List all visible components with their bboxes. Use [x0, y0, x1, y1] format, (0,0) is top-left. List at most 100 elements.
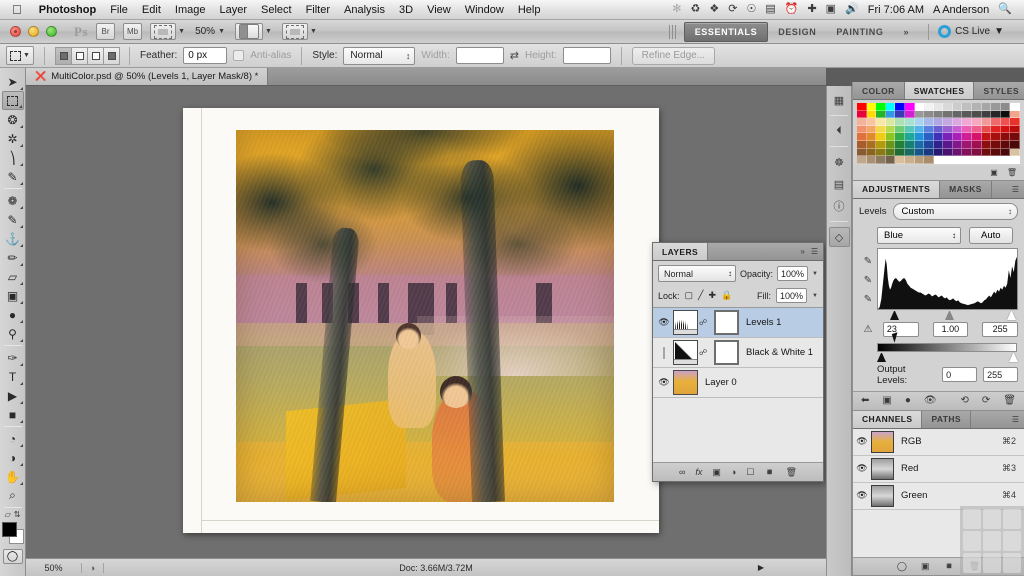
- layer-visibility-toggle[interactable]: 👁: [655, 377, 673, 388]
- move-tool[interactable]: ➤: [2, 72, 24, 91]
- color-swatch[interactable]: [991, 148, 1001, 157]
- refine-edge-button[interactable]: Refine Edge...: [631, 46, 716, 65]
- color-swatch[interactable]: [885, 148, 896, 157]
- info-icon[interactable]: ⓘ: [829, 196, 850, 216]
- tab-swatches[interactable]: SWATCHES: [904, 82, 975, 99]
- width-input[interactable]: [455, 47, 504, 64]
- color-swatch[interactable]: [866, 133, 877, 141]
- color-swatch[interactable]: [991, 118, 1001, 126]
- reset-icon[interactable]: ⟳: [982, 395, 990, 406]
- channel-visibility-toggle[interactable]: 👁: [853, 490, 871, 501]
- color-swatch[interactable]: [857, 148, 867, 157]
- color-swatch[interactable]: [1000, 125, 1011, 134]
- color-swatch[interactable]: [933, 156, 944, 164]
- layer-visibility-toggle[interactable]: [655, 346, 673, 359]
- color-swatch[interactable]: [857, 156, 867, 164]
- color-swatch[interactable]: [866, 148, 877, 157]
- path-selection-tool[interactable]: ▶: [2, 386, 24, 405]
- menu-item-layer[interactable]: Layer: [212, 4, 254, 16]
- color-swatch[interactable]: [972, 103, 982, 111]
- color-swatch[interactable]: [904, 156, 915, 164]
- auto-button[interactable]: Auto: [969, 226, 1013, 244]
- desktop-widget-overlay[interactable]: [960, 506, 1024, 576]
- color-swatch[interactable]: [952, 140, 963, 149]
- color-swatch[interactable]: [972, 148, 982, 157]
- color-swatch[interactable]: [962, 148, 973, 157]
- menu-item-view[interactable]: View: [420, 4, 458, 16]
- channel-visibility-toggle[interactable]: 👁: [853, 463, 871, 474]
- document-tab[interactable]: ❌ MultiColor.psd @ 50% (Levels 1, Layer …: [26, 68, 269, 85]
- add-layer-mask-icon[interactable]: ▣: [712, 467, 721, 478]
- color-swatch[interactable]: [933, 148, 944, 157]
- histogram-icon[interactable]: ▤: [829, 174, 850, 194]
- tab-adjustments[interactable]: ADJUSTMENTS: [853, 180, 941, 198]
- current-tool-preset-button[interactable]: ▼: [6, 46, 34, 65]
- delete-swatch-icon[interactable]: 🗑: [1007, 168, 1017, 177]
- lock-transparent-pixels-icon[interactable]: ▢: [685, 290, 694, 301]
- menu-item-select[interactable]: Select: [254, 4, 299, 16]
- input-gamma-field[interactable]: 1.00: [932, 321, 969, 337]
- panel-menu-icon[interactable]: ☰: [1012, 415, 1019, 424]
- color-swatch[interactable]: [1000, 156, 1011, 164]
- history-icon[interactable]: ⏴: [829, 121, 850, 141]
- set-gray-point-icon[interactable]: ✎: [864, 275, 872, 286]
- tab-masks[interactable]: MASKS: [940, 180, 992, 198]
- color-swatch[interactable]: [904, 140, 915, 149]
- channel-select[interactable]: Blue: [877, 226, 961, 244]
- zoom-window-button[interactable]: [46, 26, 57, 37]
- feather-input[interactable]: 0 px: [183, 47, 228, 64]
- color-swatch[interactable]: [914, 140, 925, 149]
- color-swatch[interactable]: [1010, 118, 1020, 126]
- add-to-selection-button[interactable]: [71, 46, 88, 65]
- accessibility-icon[interactable]: ☉: [746, 4, 756, 15]
- view-extras-chevron-down-icon[interactable]: ▼: [178, 28, 185, 35]
- style-select[interactable]: Normal: [343, 46, 416, 65]
- color-swatch[interactable]: [904, 118, 915, 126]
- color-swatch[interactable]: [952, 156, 963, 164]
- color-swatch[interactable]: [1000, 103, 1011, 111]
- color-swatch[interactable]: [876, 148, 886, 157]
- view-previous-state-icon[interactable]: ⟲: [961, 395, 969, 406]
- new-group-icon[interactable]: ☐: [746, 467, 754, 478]
- color-swatch[interactable]: [924, 140, 934, 149]
- color-swatch[interactable]: [1000, 148, 1011, 157]
- color-swatch[interactable]: [876, 140, 886, 149]
- color-swatch[interactable]: [962, 103, 973, 111]
- color-swatch[interactable]: [943, 156, 953, 164]
- color-swatch[interactable]: [952, 110, 963, 119]
- clip-warning-icon[interactable]: ⚠: [859, 324, 877, 335]
- mask-link-icon[interactable]: ☍: [698, 318, 708, 327]
- color-swatch[interactable]: [876, 156, 886, 164]
- save-selection-as-channel-icon[interactable]: ▣: [921, 561, 930, 572]
- color-swatch[interactable]: [943, 118, 953, 126]
- channel-visibility-toggle[interactable]: 👁: [853, 436, 871, 447]
- color-swatch[interactable]: [981, 133, 992, 141]
- anti-alias-checkbox[interactable]: [233, 50, 245, 61]
- workspace-more-button[interactable]: »: [893, 23, 919, 41]
- display-icon[interactable]: ▤: [765, 4, 775, 15]
- input-black-field[interactable]: 23: [882, 321, 919, 337]
- apple-icon[interactable]: : [12, 3, 22, 16]
- color-swatch[interactable]: [981, 110, 992, 119]
- gradient-tool[interactable]: ▣: [2, 286, 24, 305]
- status-zoom-field[interactable]: 50%: [26, 562, 82, 573]
- menu-item-file[interactable]: File: [103, 4, 135, 16]
- zoom-chevron-down-icon[interactable]: ▼: [218, 28, 225, 35]
- crop-tool[interactable]: ⎞: [2, 148, 24, 167]
- 3d-icon[interactable]: ☸: [829, 152, 850, 172]
- layers-panel[interactable]: LAYERS » ☰ Normal Opacity: 100% ▼ Lock: …: [652, 242, 824, 482]
- input-levels-slider[interactable]: [877, 310, 1018, 321]
- color-swatch[interactable]: [1010, 125, 1020, 134]
- color-swatch[interactable]: [952, 118, 963, 126]
- list-item[interactable]: 👁 Red ⌘3: [853, 456, 1024, 483]
- layer-thumbnail-levels[interactable]: [673, 310, 698, 335]
- menu-item-photoshop[interactable]: Photoshop: [32, 4, 103, 16]
- history-brush-tool[interactable]: ✏: [2, 248, 24, 267]
- color-swatch[interactable]: [1000, 110, 1011, 119]
- fill-stepper[interactable]: ▼: [812, 293, 818, 299]
- screen-mode-button[interactable]: [235, 23, 264, 40]
- color-swatch[interactable]: [895, 133, 905, 141]
- color-swatch[interactable]: [876, 125, 886, 134]
- menu-user-name[interactable]: A Anderson: [933, 4, 989, 16]
- color-swatch[interactable]: [914, 133, 925, 141]
